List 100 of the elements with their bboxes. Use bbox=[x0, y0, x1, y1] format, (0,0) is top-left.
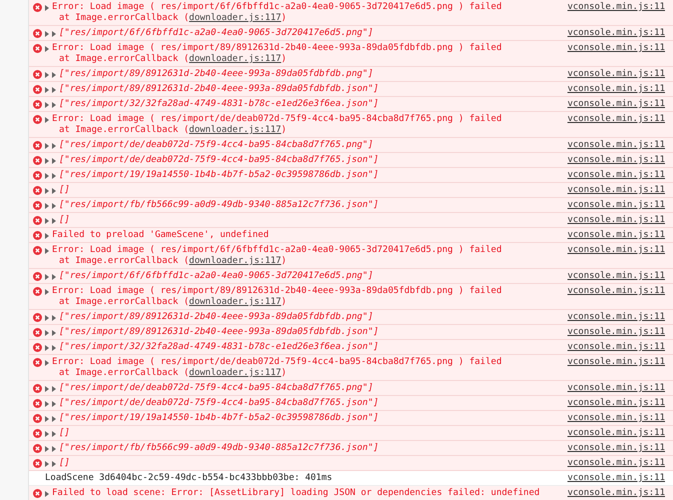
expand-arrow-icon[interactable] bbox=[45, 490, 49, 496]
log-message: Error: Load image ( res/import/de/deab072d-75f9-4cc4-ba95-84cba8d7f765.png ) failed bbox=[52, 114, 502, 125]
error-icon bbox=[32, 201, 42, 210]
log-message: Failed to preload 'GameScene', undefined bbox=[52, 230, 269, 241]
log-message: ["res/import/19/19a14550-1b4b-4b7f-b5a2-0c39598786db.json"] bbox=[59, 170, 379, 181]
expand-arrow-icon[interactable] bbox=[45, 248, 49, 254]
source-link[interactable]: vconsole.min.js:11 bbox=[567, 28, 665, 39]
error-icon bbox=[32, 100, 42, 109]
error-icon bbox=[32, 231, 42, 240]
source-link[interactable]: downloader.js:117 bbox=[189, 368, 282, 378]
stack-trace: at Image.errorCallback (downloader.js:117) bbox=[58, 256, 288, 267]
expand-arrow-icon[interactable] bbox=[45, 288, 49, 294]
error-icon bbox=[32, 343, 42, 352]
source-link[interactable]: vconsole.min.js:11 bbox=[567, 2, 665, 13]
stack-trace: at Image.errorCallback (downloader.js:117) bbox=[58, 125, 288, 136]
log-message: ["res/import/de/deab072d-75f9-4cc4-ba95-84cba8d7f765.png"] bbox=[59, 383, 374, 394]
log-message: [] bbox=[59, 185, 70, 196]
source-link[interactable]: downloader.js:117 bbox=[189, 297, 282, 307]
source-link[interactable]: vconsole.min.js:11 bbox=[567, 215, 665, 226]
source-link[interactable]: vconsole.min.js:11 bbox=[567, 413, 665, 424]
error-icon bbox=[32, 459, 42, 468]
source-link[interactable]: vconsole.min.js:11 bbox=[567, 383, 665, 394]
source-link[interactable]: vconsole.min.js:11 bbox=[567, 286, 665, 297]
source-link[interactable]: vconsole.min.js:11 bbox=[567, 69, 665, 80]
error-icon bbox=[32, 358, 42, 367]
source-link[interactable]: vconsole.min.js:11 bbox=[567, 327, 665, 338]
log-message: ["res/import/6f/6fbffd1c-a2a0-4ea0-9065-3d720417e6d5.png"] bbox=[59, 271, 374, 282]
error-icon bbox=[32, 287, 42, 296]
log-message: Error: Load image ( res/import/89/8912631d-2b40-4eee-993a-89da05fdbfdb.png ) failed bbox=[52, 43, 502, 54]
source-link[interactable]: vconsole.min.js:11 bbox=[567, 84, 665, 95]
source-link[interactable]: downloader.js:117 bbox=[189, 125, 282, 135]
log-message: ["res/import/fb/fb566c99-a0d9-49db-9340-885a12c7f736.json"] bbox=[59, 200, 379, 211]
error-icon bbox=[32, 489, 42, 498]
source-link[interactable]: vconsole.min.js:11 bbox=[567, 43, 665, 54]
source-link[interactable]: vconsole.min.js:11 bbox=[567, 140, 665, 151]
log-message: ["res/import/32/32fa28ad-4749-4831-b78c-e1ed26e3f6ea.json"] bbox=[59, 342, 379, 353]
source-link[interactable]: vconsole.min.js:11 bbox=[567, 488, 665, 499]
source-link[interactable]: vconsole.min.js:11 bbox=[567, 357, 665, 368]
source-link[interactable]: vconsole.min.js:11 bbox=[567, 312, 665, 323]
expand-arrow-icon[interactable] bbox=[45, 46, 49, 52]
error-icon bbox=[32, 70, 42, 79]
error-icon bbox=[32, 444, 42, 453]
log-message: Failed to load scene: Error: [AssetLibrary] loading JSON or dependencies failed: undefined bbox=[52, 488, 540, 499]
source-link[interactable]: vconsole.min.js:11 bbox=[567, 155, 665, 166]
source-link[interactable]: downloader.js:117 bbox=[189, 256, 282, 266]
error-icon bbox=[32, 313, 42, 322]
source-link[interactable]: downloader.js:117 bbox=[189, 13, 282, 23]
source-link[interactable]: vconsole.min.js:11 bbox=[567, 200, 665, 211]
error-icon bbox=[32, 85, 42, 94]
source-link[interactable]: downloader.js:117 bbox=[189, 54, 282, 64]
stack-trace: at Image.errorCallback (downloader.js:117) bbox=[58, 368, 288, 379]
error-icon bbox=[32, 156, 42, 165]
error-icon bbox=[32, 141, 42, 150]
log-message: [] bbox=[59, 428, 70, 439]
error-icon bbox=[32, 216, 42, 225]
expand-arrow-icon[interactable] bbox=[45, 232, 49, 238]
log-message: ["res/import/89/8912631d-2b40-4eee-993a-89da05fdbfdb.png"] bbox=[59, 69, 374, 80]
log-message: ["res/import/32/32fa28ad-4749-4831-b78c-e1ed26e3f6ea.json"] bbox=[59, 99, 379, 110]
log-message: ["res/import/fb/fb566c99-a0d9-49db-9340-885a12c7f736.json"] bbox=[59, 443, 379, 454]
expand-arrow-icon[interactable] bbox=[45, 116, 49, 122]
log-message: ["res/import/19/19a14550-1b4b-4b7f-b5a2-0c39598786db.json"] bbox=[59, 413, 379, 424]
source-link[interactable]: vconsole.min.js:11 bbox=[567, 170, 665, 181]
stack-trace: at Image.errorCallback (downloader.js:117) bbox=[58, 13, 288, 24]
log-message: ["res/import/89/8912631d-2b40-4eee-993a-89da05fdbfdb.json"] bbox=[59, 327, 379, 338]
log-message: [] bbox=[59, 215, 70, 226]
source-link[interactable]: vconsole.min.js:11 bbox=[567, 443, 665, 454]
error-icon bbox=[32, 272, 42, 281]
expand-arrow-icon[interactable] bbox=[45, 4, 49, 10]
log-message: [] bbox=[59, 458, 70, 469]
error-icon bbox=[32, 328, 42, 337]
error-icon bbox=[32, 414, 42, 423]
source-link[interactable]: vconsole.min.js:11 bbox=[567, 398, 665, 409]
error-icon bbox=[32, 44, 42, 53]
log-message: Error: Load image ( res/import/6f/6fbffd1c-a2a0-4ea0-9065-3d720417e6d5.png ) failed bbox=[52, 2, 502, 13]
log-message: Error: Load image ( res/import/de/deab072d-75f9-4cc4-ba95-84cba8d7f765.png ) failed bbox=[52, 357, 502, 368]
error-icon bbox=[32, 429, 42, 438]
source-link[interactable]: vconsole.min.js:11 bbox=[567, 185, 665, 196]
source-link[interactable]: vconsole.min.js:11 bbox=[567, 342, 665, 353]
source-link[interactable]: vconsole.min.js:11 bbox=[567, 230, 665, 241]
log-message: LoadScene 3d6404bc-2c59-49dc-b554-bc433bbb03be: 401ms bbox=[45, 473, 332, 484]
log-message: ["res/import/6f/6fbffd1c-a2a0-4ea0-9065-3d720417e6d5.png"] bbox=[59, 28, 374, 39]
source-link[interactable]: vconsole.min.js:11 bbox=[567, 458, 665, 469]
error-icon bbox=[32, 186, 42, 195]
error-icon bbox=[32, 399, 42, 408]
source-link[interactable]: vconsole.min.js:11 bbox=[567, 271, 665, 282]
error-icon bbox=[32, 384, 42, 393]
log-message: ["res/import/de/deab072d-75f9-4cc4-ba95-84cba8d7f765.json"] bbox=[59, 398, 379, 409]
error-icon bbox=[32, 115, 42, 124]
expand-arrow-icon[interactable] bbox=[45, 360, 49, 366]
error-icon bbox=[32, 3, 42, 12]
error-icon bbox=[32, 29, 42, 38]
stack-trace: at Image.errorCallback (downloader.js:117) bbox=[58, 297, 288, 308]
source-link[interactable]: vconsole.min.js:11 bbox=[567, 473, 665, 484]
stack-trace: at Image.errorCallback (downloader.js:117) bbox=[58, 54, 288, 65]
log-message: ["res/import/89/8912631d-2b40-4eee-993a-89da05fdbfdb.json"] bbox=[59, 84, 379, 95]
source-link[interactable]: vconsole.min.js:11 bbox=[567, 99, 665, 110]
log-message: Error: Load image ( res/import/89/8912631d-2b40-4eee-993a-89da05fdbfdb.png ) failed bbox=[52, 286, 502, 297]
source-link[interactable]: vconsole.min.js:11 bbox=[567, 114, 665, 125]
source-link[interactable]: vconsole.min.js:11 bbox=[567, 245, 665, 256]
source-link[interactable]: vconsole.min.js:11 bbox=[567, 428, 665, 439]
